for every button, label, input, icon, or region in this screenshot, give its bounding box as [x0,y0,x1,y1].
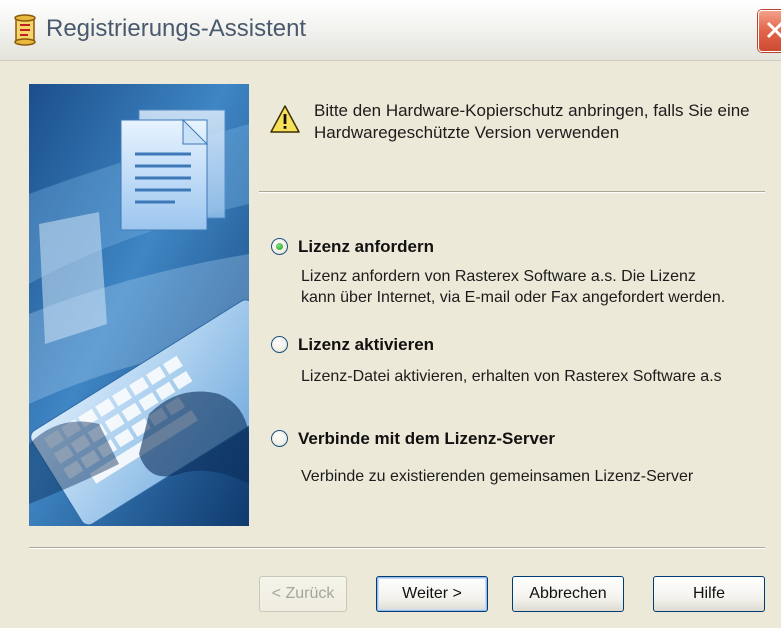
option-label[interactable]: Verbinde mit dem Lizenz-Server [298,428,555,450]
close-icon [766,21,781,39]
option-label[interactable]: Lizenz anfordern [298,236,434,258]
wizard-illustration [29,84,249,526]
description-line: Verbinde zu existierenden gemeinsamen Li… [301,468,694,485]
radio-request-license[interactable] [271,238,288,255]
option-activate-license[interactable]: Lizenz aktivieren [271,334,531,356]
back-button[interactable]: < Zurück [259,576,347,612]
warning-icon [269,104,301,134]
cancel-button[interactable]: Abbrechen [512,576,624,612]
bottom-separator [29,547,765,549]
option-description: Lizenz anfordern von Rasterex Software a… [301,266,725,308]
title-bar[interactable]: Registrierungs-Assistent [0,0,781,61]
option-connect-license-server[interactable]: Verbinde mit dem Lizenz-Server [271,428,601,450]
close-button[interactable] [758,10,781,52]
option-description: Lizenz-Datei aktivieren, erhalten von Ra… [301,366,722,387]
notice-line-1: Bitte den Hardware-Kopierschutz anbringe… [314,101,750,120]
description-line: Lizenz anfordern von Rasterex Software a… [301,268,696,285]
description-line: Lizenz-Datei aktivieren, erhalten von Ra… [301,368,722,385]
notice-line-2: Hardwaregeschützte Version verwenden [314,123,620,142]
description-line: kann über Internet, via E-mail oder Fax … [301,289,726,306]
radio-connect-license-server[interactable] [271,430,288,447]
radio-activate-license[interactable] [271,336,288,353]
app-scroll-icon [10,14,40,46]
help-button[interactable]: Hilfe [653,576,765,612]
option-request-license[interactable]: Lizenz anfordern [271,236,531,258]
registration-wizard-dialog: Registrierungs-Assistent Bitte den Hardw… [0,0,781,628]
hardware-protection-notice: Bitte den Hardware-Kopierschutz anbringe… [314,100,774,144]
window-title: Registrierungs-Assistent [46,15,307,42]
option-label[interactable]: Lizenz aktivieren [298,334,434,356]
option-description: Verbinde zu existierenden gemeinsamen Li… [301,466,693,487]
next-button[interactable]: Weiter > [376,576,488,612]
top-separator [259,191,765,193]
